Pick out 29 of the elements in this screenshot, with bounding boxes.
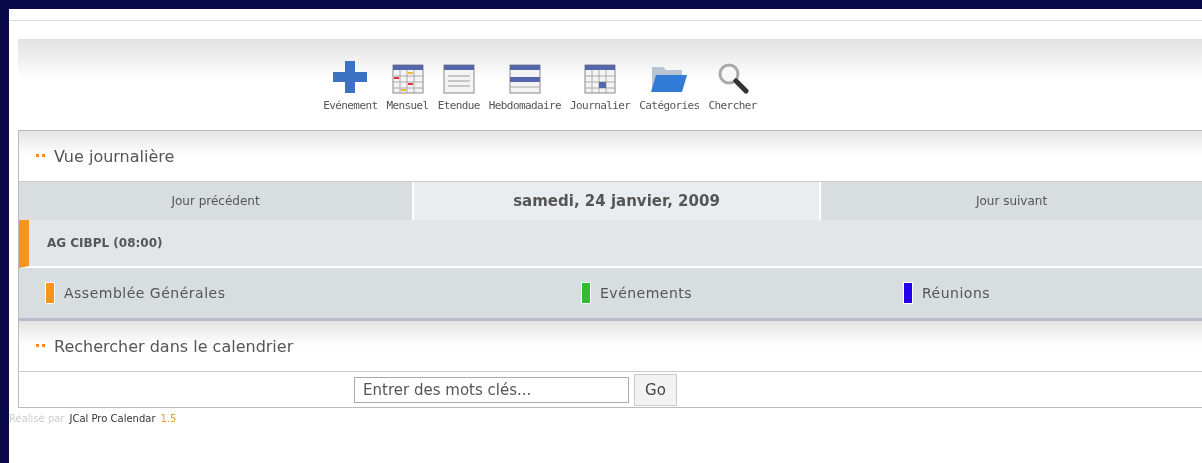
calendar-icon: [584, 64, 617, 94]
calendar-icon: [391, 64, 424, 94]
category-label: Evénements: [600, 285, 693, 301]
version-text: 1.5: [160, 413, 177, 424]
plus-icon: [332, 60, 369, 94]
category-label: Réunions: [922, 285, 991, 301]
folder-icon: [650, 64, 689, 94]
toolbar-button[interactable]: Hebdomadaire: [488, 64, 562, 130]
section-title: Rechercher dans le calendrier: [54, 336, 294, 356]
toolbar-button[interactable]: Mensuel: [386, 64, 429, 130]
current-date: samedi, 24 janvier, 2009: [414, 182, 819, 220]
toolbar-button[interactable]: Etendue: [437, 64, 480, 130]
product-link[interactable]: JCal Pro Calendar: [69, 413, 156, 424]
previous-day-link[interactable]: Jour précédent: [19, 182, 412, 220]
section-title: Vue journalière: [54, 146, 175, 166]
category-label: Assemblée Générales: [64, 285, 226, 301]
dots-icon: [36, 154, 46, 158]
list-icon: [442, 64, 475, 94]
next-day-link[interactable]: Jour suivant: [821, 182, 1202, 220]
search-field[interactable]: Entrer des mots clés...: [354, 376, 630, 403]
go-button[interactable]: Go: [634, 373, 677, 406]
toolbar-button[interactable]: Catégories: [639, 64, 700, 130]
event-item[interactable]: AG CIBPL (08:00): [19, 220, 1202, 268]
dots-icon: [36, 344, 46, 348]
search-icon: [716, 62, 749, 94]
toolbar-button[interactable]: Journalier: [570, 64, 631, 130]
week-icon: [508, 64, 541, 94]
toolbar-button[interactable]: Chercher: [708, 62, 757, 130]
toolbar-button[interactable]: Evénement: [323, 60, 378, 130]
